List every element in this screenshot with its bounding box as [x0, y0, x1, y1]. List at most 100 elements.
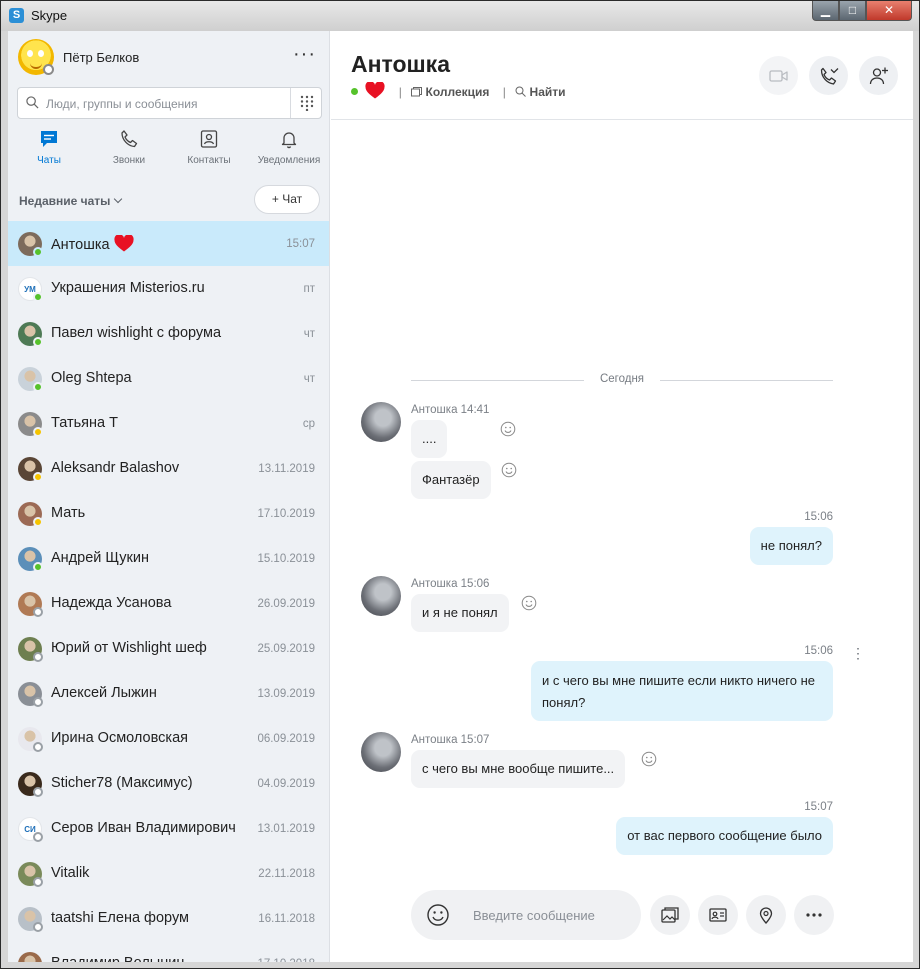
chat-list-item[interactable]: Павел wishlight с форума чт [8, 311, 329, 356]
video-call-button[interactable] [759, 56, 798, 95]
presence-status-icon [33, 607, 43, 617]
chat-time: ср [302, 418, 315, 430]
chat-list-item[interactable]: Sticher78 (Максимус) 04.09.2019 [8, 761, 329, 806]
chat-list-item[interactable]: УМ Украшения Misterios.ru пт [8, 266, 329, 311]
contact-avatar[interactable] [361, 576, 401, 616]
add-participant-button[interactable] [859, 56, 898, 95]
search-input[interactable] [46, 94, 286, 114]
tab-contacts[interactable]: Контакты [169, 129, 249, 173]
find-link[interactable]: Найти [515, 85, 566, 99]
message-meta: Антошка 15:07 [411, 734, 490, 746]
search-box[interactable] [17, 87, 322, 119]
chat-list-item[interactable]: Oleg Shtepa чт [8, 356, 329, 401]
message-bubble-incoming[interactable]: .... [411, 420, 448, 458]
conversation-pane: Антошка | Коллекция | Найти Сегодня Анто… [331, 31, 913, 962]
send-media-button[interactable] [650, 895, 690, 935]
collection-link[interactable]: Коллекция [411, 85, 489, 99]
dialpad-icon[interactable] [299, 95, 315, 111]
chat-name: Мать [51, 505, 85, 521]
day-separator-line [660, 380, 833, 381]
message-bubble-incoming[interactable]: Фантазёр [411, 461, 491, 499]
presence-status-icon [33, 517, 43, 527]
presence-status-icon [33, 247, 43, 257]
presence-status-icon [33, 877, 43, 887]
profile-header: Пётр Белков ··· [18, 39, 322, 79]
chat-list-item[interactable]: Алексей Лыжин 13.09.2019 [8, 671, 329, 716]
message-input[interactable] [473, 905, 633, 925]
more-actions-button[interactable] [794, 895, 834, 935]
presence-status-icon [33, 472, 43, 482]
tab-calls-label: Звонки [112, 155, 146, 166]
chat-name: Украшения Misterios.ru [51, 280, 205, 296]
message-bubble-outgoing[interactable]: от вас первого сообщение было [616, 817, 833, 855]
chat-name-text: taatshi Елена форум [51, 910, 189, 926]
new-chat-button[interactable]: + Чат [254, 185, 320, 214]
send-location-button[interactable] [746, 895, 786, 935]
bell-icon [281, 132, 297, 149]
chat-list-item[interactable]: Андрей Щукин 15.10.2019 [8, 536, 329, 581]
online-status-icon [351, 88, 358, 95]
status-indicator-icon [43, 64, 54, 75]
tab-calls[interactable]: Звонки [89, 129, 169, 173]
chat-list-item[interactable]: Татьяна Т ср [8, 401, 329, 446]
skype-logo-icon: S [9, 8, 24, 23]
message-bubble-outgoing[interactable]: и с чего вы мне пишите если никто ничего… [531, 661, 833, 721]
emoji-icon[interactable] [426, 903, 450, 927]
main-nav: Чаты Звонки Контакты Уведомления [8, 129, 329, 173]
location-pin-icon [759, 907, 773, 924]
chat-time: 26.09.2019 [257, 598, 315, 610]
chat-list-item[interactable]: Aleksandr Balashov 13.11.2019 [8, 446, 329, 491]
more-options-button[interactable]: ··· [293, 44, 316, 64]
chat-name: Татьяна Т [51, 415, 118, 431]
chat-name-text: Владимир Волынин [51, 955, 184, 962]
chat-list-item[interactable]: Ирина Осмоловская 06.09.2019 [8, 716, 329, 761]
message-bubble-outgoing[interactable]: не понял? [749, 527, 833, 565]
window-title: Skype [31, 8, 68, 23]
chat-list-item[interactable]: Мать 17.10.2019 [8, 491, 329, 536]
video-camera-icon [769, 70, 788, 82]
profile-name[interactable]: Пётр Белков [63, 50, 139, 65]
chat-time: 06.09.2019 [257, 733, 315, 745]
message-bubble-incoming[interactable]: с чего вы мне вообще пишите... [411, 750, 626, 788]
recent-chats-dropdown[interactable]: Недавние чаты [19, 194, 123, 208]
heart-icon [365, 82, 385, 99]
chat-list-item[interactable]: Надежда Усанова 26.09.2019 [8, 581, 329, 626]
chat-time: чт [303, 328, 315, 340]
conversation-subheader: | Коллекция | Найти [351, 82, 566, 100]
add-reaction-icon[interactable] [500, 421, 516, 437]
tab-notifications[interactable]: Уведомления [249, 129, 329, 173]
message-meta: Антошка 15:06 [411, 578, 490, 590]
add-reaction-icon[interactable] [641, 751, 657, 767]
chat-name-text: Павел wishlight с форума [51, 325, 222, 341]
message-composer[interactable] [411, 890, 641, 940]
chat-name: Антошка [51, 235, 134, 253]
contact-avatar[interactable] [361, 732, 401, 772]
message-options-icon[interactable]: ⋮ [851, 646, 865, 660]
tab-chats[interactable]: Чаты [9, 129, 89, 173]
minimize-button[interactable]: ▁ [812, 1, 839, 21]
chat-list-item[interactable]: taatshi Елена форум 16.11.2018 [8, 896, 329, 941]
chat-name-text: Aleksandr Balashov [51, 460, 180, 476]
chat-list-item[interactable]: СИ Серов Иван Владимирович 13.01.2019 [8, 806, 329, 851]
separator: | [502, 85, 506, 99]
chat-list-item[interactable]: Владимир Волынин 17.10.2018 [8, 941, 329, 962]
close-button[interactable]: ✕ [866, 1, 912, 21]
add-reaction-icon[interactable] [521, 595, 537, 611]
conversation-title[interactable]: Антошка [351, 51, 450, 78]
presence-status-icon [33, 697, 43, 707]
chat-list-item[interactable]: Vitalik 22.11.2018 [8, 851, 329, 896]
presence-status-icon [33, 742, 43, 752]
message-meta: 15:06 [804, 511, 833, 523]
client-area: Пётр Белков ··· Чаты Звонки [8, 31, 913, 962]
add-reaction-icon[interactable] [501, 462, 517, 478]
maximize-button[interactable]: □ [839, 1, 866, 21]
chat-list-item[interactable]: Юрий от Wishlight шеф 25.09.2019 [8, 626, 329, 671]
message-bubble-incoming[interactable]: и я не понял [411, 594, 509, 632]
send-contact-button[interactable] [698, 895, 738, 935]
audio-call-button[interactable] [809, 56, 848, 95]
chat-time: 04.09.2019 [257, 778, 315, 790]
chat-list-item[interactable]: Антошка 15:07 [8, 221, 329, 266]
contact-avatar[interactable] [361, 402, 401, 442]
chat-time: 13.11.2019 [258, 463, 315, 475]
header-divider [331, 119, 913, 120]
